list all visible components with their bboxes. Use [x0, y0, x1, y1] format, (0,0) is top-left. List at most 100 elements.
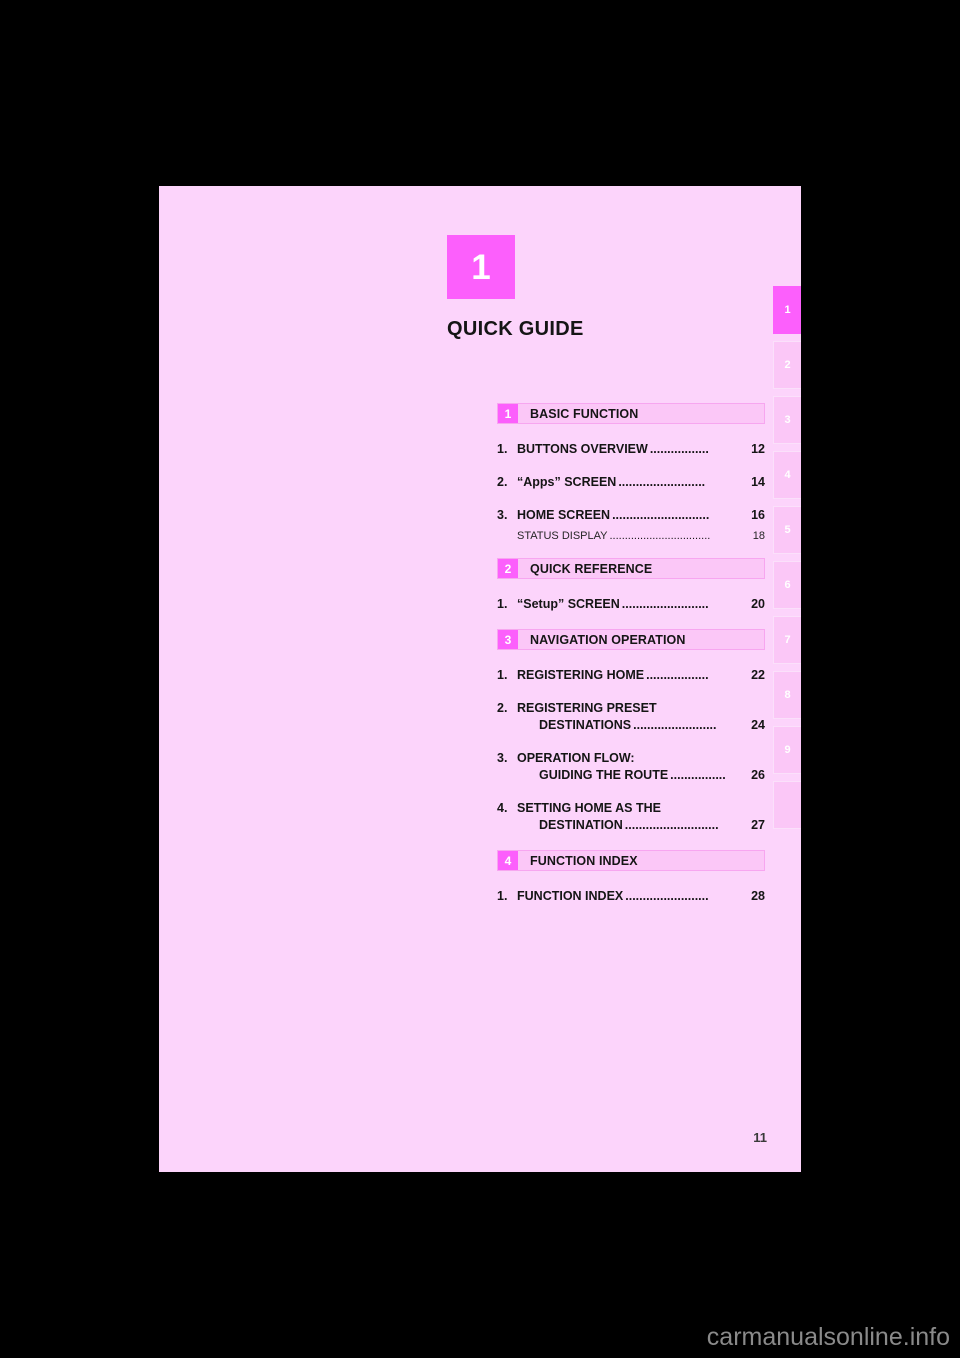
toc-entry-body: OPERATION FLOW: GUIDING THE ROUTE........…: [517, 750, 765, 784]
toc-entry-index: 3.: [497, 751, 508, 765]
toc-section: 3 NAVIGATION OPERATION 1. REGISTERING HOME.…: [497, 629, 765, 834]
toc-leader-dots: ...........................: [624, 818, 719, 832]
side-tab-strip: 1 2 3 4 5 6 7 8 9: [773, 286, 801, 836]
toc-entry[interactable]: 4. SETTING HOME AS THE DESTINATION........…: [497, 800, 765, 834]
toc-entry-body: HOME SCREEN............................ 1…: [517, 507, 765, 524]
toc-entry-index: 3.: [497, 508, 508, 522]
toc-entry-text: HOME SCREEN: [517, 508, 611, 522]
toc-entry-text: FUNCTION INDEX: [517, 889, 624, 903]
toc-section-number: 3: [498, 630, 518, 649]
toc-section-number: 2: [498, 559, 518, 578]
side-tab-1[interactable]: 1: [773, 286, 801, 334]
chapter-number-badge: 1: [447, 235, 515, 299]
toc-entry-page: 26: [751, 768, 765, 782]
toc-entry-text: DESTINATIONS: [539, 718, 632, 732]
toc-entry-body: “Setup” SCREEN......................... 2…: [517, 596, 765, 613]
toc-entry-text: GUIDING THE ROUTE: [539, 768, 669, 782]
toc-leader-dots: ............................: [612, 508, 710, 522]
toc-leader-dots: .........................: [621, 597, 709, 611]
toc-entry-line: GUIDING THE ROUTE................ 26: [517, 767, 765, 784]
toc-entry-text: DESTINATION: [539, 818, 623, 832]
toc-section-header: 3 NAVIGATION OPERATION: [497, 629, 765, 650]
side-tab-9[interactable]: 9: [773, 726, 801, 774]
toc-entry[interactable]: 3. OPERATION FLOW: GUIDING THE ROUTE......…: [497, 750, 765, 784]
side-tab-3[interactable]: 3: [773, 396, 801, 444]
toc-section-number: 4: [498, 851, 518, 870]
toc-entry-page: 24: [751, 718, 765, 732]
side-tab-4[interactable]: 4: [773, 451, 801, 499]
page-number: 11: [753, 1130, 767, 1145]
toc-entry-text: “Apps” SCREEN: [517, 475, 617, 489]
toc-entry-text: BUTTONS OVERVIEW: [517, 442, 648, 456]
toc-section-header: 4 FUNCTION INDEX: [497, 850, 765, 871]
toc-entry-index: 1.: [497, 889, 508, 903]
toc-section: 2 QUICK REFERENCE 1. “Setup” SCREEN........…: [497, 558, 765, 613]
table-of-contents: 1 BASIC FUNCTION 1. BUTTONS OVERVIEW.......…: [497, 403, 765, 921]
toc-section-label: NAVIGATION OPERATION: [530, 632, 686, 647]
toc-entry-line: DESTINATIONS........................ 24: [517, 717, 765, 734]
side-tab-8[interactable]: 8: [773, 671, 801, 719]
toc-entry-line: “Apps” SCREEN......................... 14: [517, 474, 765, 491]
toc-entry-page: 20: [751, 597, 765, 611]
toc-subentry-page: 18: [752, 530, 765, 542]
toc-leader-dots: .........................: [618, 475, 706, 489]
side-tab-6[interactable]: 6: [773, 561, 801, 609]
toc-entry-index: 1.: [497, 597, 508, 611]
toc-entry-page: 14: [751, 475, 765, 489]
toc-entry[interactable]: 1. BUTTONS OVERVIEW................. 12: [497, 441, 765, 458]
toc-entry-index: 1.: [497, 668, 508, 682]
toc-entry-body: BUTTONS OVERVIEW................. 12: [517, 441, 765, 458]
toc-entry-line: REGISTERING PRESET: [517, 700, 765, 717]
side-tab-blank[interactable]: [773, 781, 801, 829]
watermark: carmanualsonline.info: [706, 1323, 950, 1351]
toc-entry-body: “Apps” SCREEN......................... 14: [517, 474, 765, 491]
side-tab-5[interactable]: 5: [773, 506, 801, 554]
toc-entry-index: 1.: [497, 442, 508, 456]
toc-entry-index: 2.: [497, 475, 508, 489]
toc-entry-text: OPERATION FLOW:: [517, 751, 635, 765]
toc-entry-line: SETTING HOME AS THE: [517, 800, 765, 817]
toc-entry-text: REGISTERING HOME: [517, 668, 645, 682]
toc-entry-text: “Setup” SCREEN: [517, 597, 620, 611]
toc-section: 4 FUNCTION INDEX 1. FUNCTION INDEX.........…: [497, 850, 765, 905]
toc-entry-text: SETTING HOME AS THE: [517, 801, 661, 815]
toc-entry-text: REGISTERING PRESET: [517, 701, 657, 715]
toc-entry-line: DESTINATION........................... 27: [517, 817, 765, 834]
side-tab-7[interactable]: 7: [773, 616, 801, 664]
toc-entry[interactable]: 1. REGISTERING HOME.................. 22: [497, 667, 765, 684]
toc-section-label: QUICK REFERENCE: [530, 561, 653, 576]
toc-entry[interactable]: 2. “Apps” SCREEN.........................…: [497, 474, 765, 491]
toc-section-number: 1: [498, 404, 518, 423]
toc-entry-line: BUTTONS OVERVIEW................. 12: [517, 441, 765, 458]
toc-entry[interactable]: 2. REGISTERING PRESET DESTINATIONS........…: [497, 700, 765, 734]
toc-entry-page: 28: [751, 889, 765, 903]
toc-entry-page: 12: [751, 442, 765, 456]
toc-section-header: 2 QUICK REFERENCE: [497, 558, 765, 579]
toc-leader-dots: ................: [670, 768, 726, 782]
toc-entry-index: 2.: [497, 701, 508, 715]
page-title: QUICK GUIDE: [447, 318, 584, 340]
toc-entry[interactable]: 1. FUNCTION INDEX........................…: [497, 888, 765, 905]
toc-section-label: FUNCTION INDEX: [530, 853, 638, 868]
toc-subentry-leader-dots: .................................: [609, 530, 711, 542]
toc-entry-body: SETTING HOME AS THE DESTINATION..........…: [517, 800, 765, 834]
toc-leader-dots: ........................: [633, 718, 717, 732]
toc-entry-page: 27: [751, 818, 765, 832]
toc-subentry[interactable]: STATUS DISPLAY..........................…: [497, 530, 765, 542]
toc-entry-index: 4.: [497, 801, 508, 815]
toc-entry[interactable]: 3. HOME SCREEN...........................…: [497, 507, 765, 524]
toc-subentry-text: STATUS DISPLAY: [517, 530, 608, 542]
toc-entry[interactable]: 1. “Setup” SCREEN........................…: [497, 596, 765, 613]
toc-entry-body: REGISTERING PRESET DESTINATIONS..........…: [517, 700, 765, 734]
toc-leader-dots: .................: [649, 442, 709, 456]
manual-page: 1 QUICK GUIDE 1 BASIC FUNCTION 1. BUTTONS O…: [159, 186, 801, 1172]
toc-entry-page: 22: [751, 668, 765, 682]
toc-entry-line: FUNCTION INDEX........................ 28: [517, 888, 765, 905]
toc-entry-line: REGISTERING HOME.................. 22: [517, 667, 765, 684]
toc-entry-line: “Setup” SCREEN......................... 2…: [517, 596, 765, 613]
side-tab-2[interactable]: 2: [773, 341, 801, 389]
toc-leader-dots: ........................: [625, 889, 709, 903]
toc-leader-dots: ..................: [646, 668, 709, 682]
toc-entry-page: 16: [751, 508, 765, 522]
chapter-number: 1: [471, 247, 491, 287]
